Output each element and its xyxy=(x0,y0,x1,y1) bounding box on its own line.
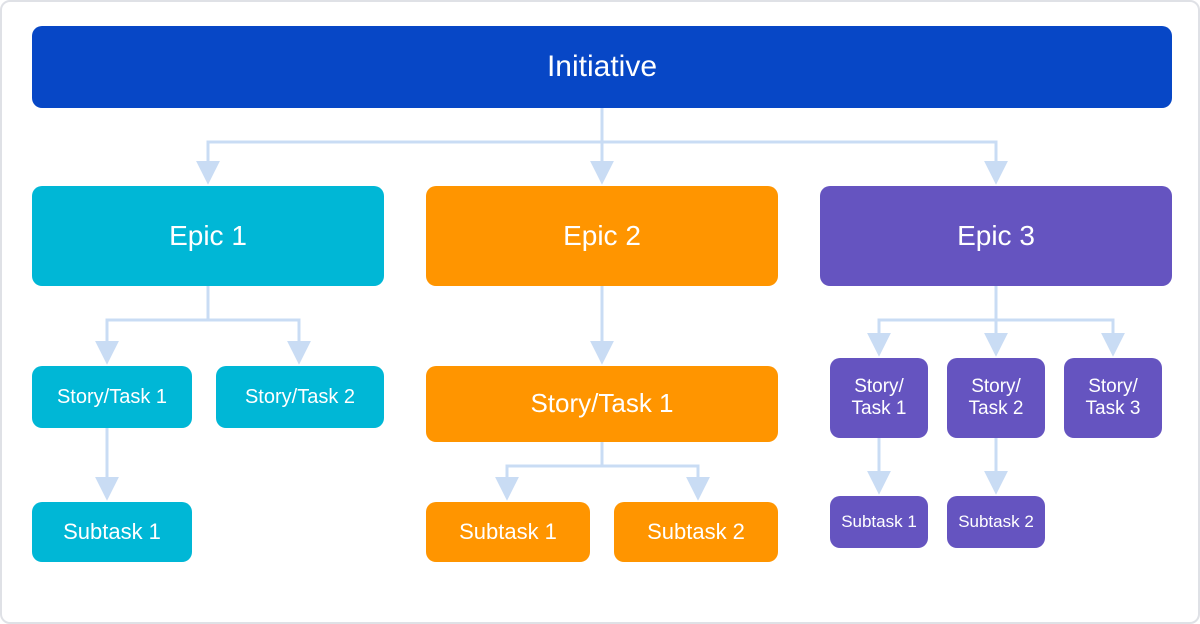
epic-3-node: Epic 3 xyxy=(820,186,1172,286)
epic-3-subtask-2: Subtask 2 xyxy=(947,496,1045,548)
epic-3-subtask-1: Subtask 1 xyxy=(830,496,928,548)
epic-1-story-1-subtask-1: Subtask 1 xyxy=(32,502,192,562)
initiative-node: Initiative xyxy=(32,26,1172,108)
epic-2-subtask-2: Subtask 2 xyxy=(614,502,778,562)
epic-1-node: Epic 1 xyxy=(32,186,384,286)
epic-3-story-2: Story/ Task 2 xyxy=(947,358,1045,438)
epic-2-node: Epic 2 xyxy=(426,186,778,286)
epic-2-story-1: Story/Task 1 xyxy=(426,366,778,442)
epic-2-subtask-1: Subtask 1 xyxy=(426,502,590,562)
epic-3-story-1: Story/ Task 1 xyxy=(830,358,928,438)
diagram-frame: Initiative Epic 1 Story/Task 1 Story/Tas… xyxy=(0,0,1200,624)
epic-1-story-1: Story/Task 1 xyxy=(32,366,192,428)
epic-3-story-3: Story/ Task 3 xyxy=(1064,358,1162,438)
epic-1-story-2: Story/Task 2 xyxy=(216,366,384,428)
